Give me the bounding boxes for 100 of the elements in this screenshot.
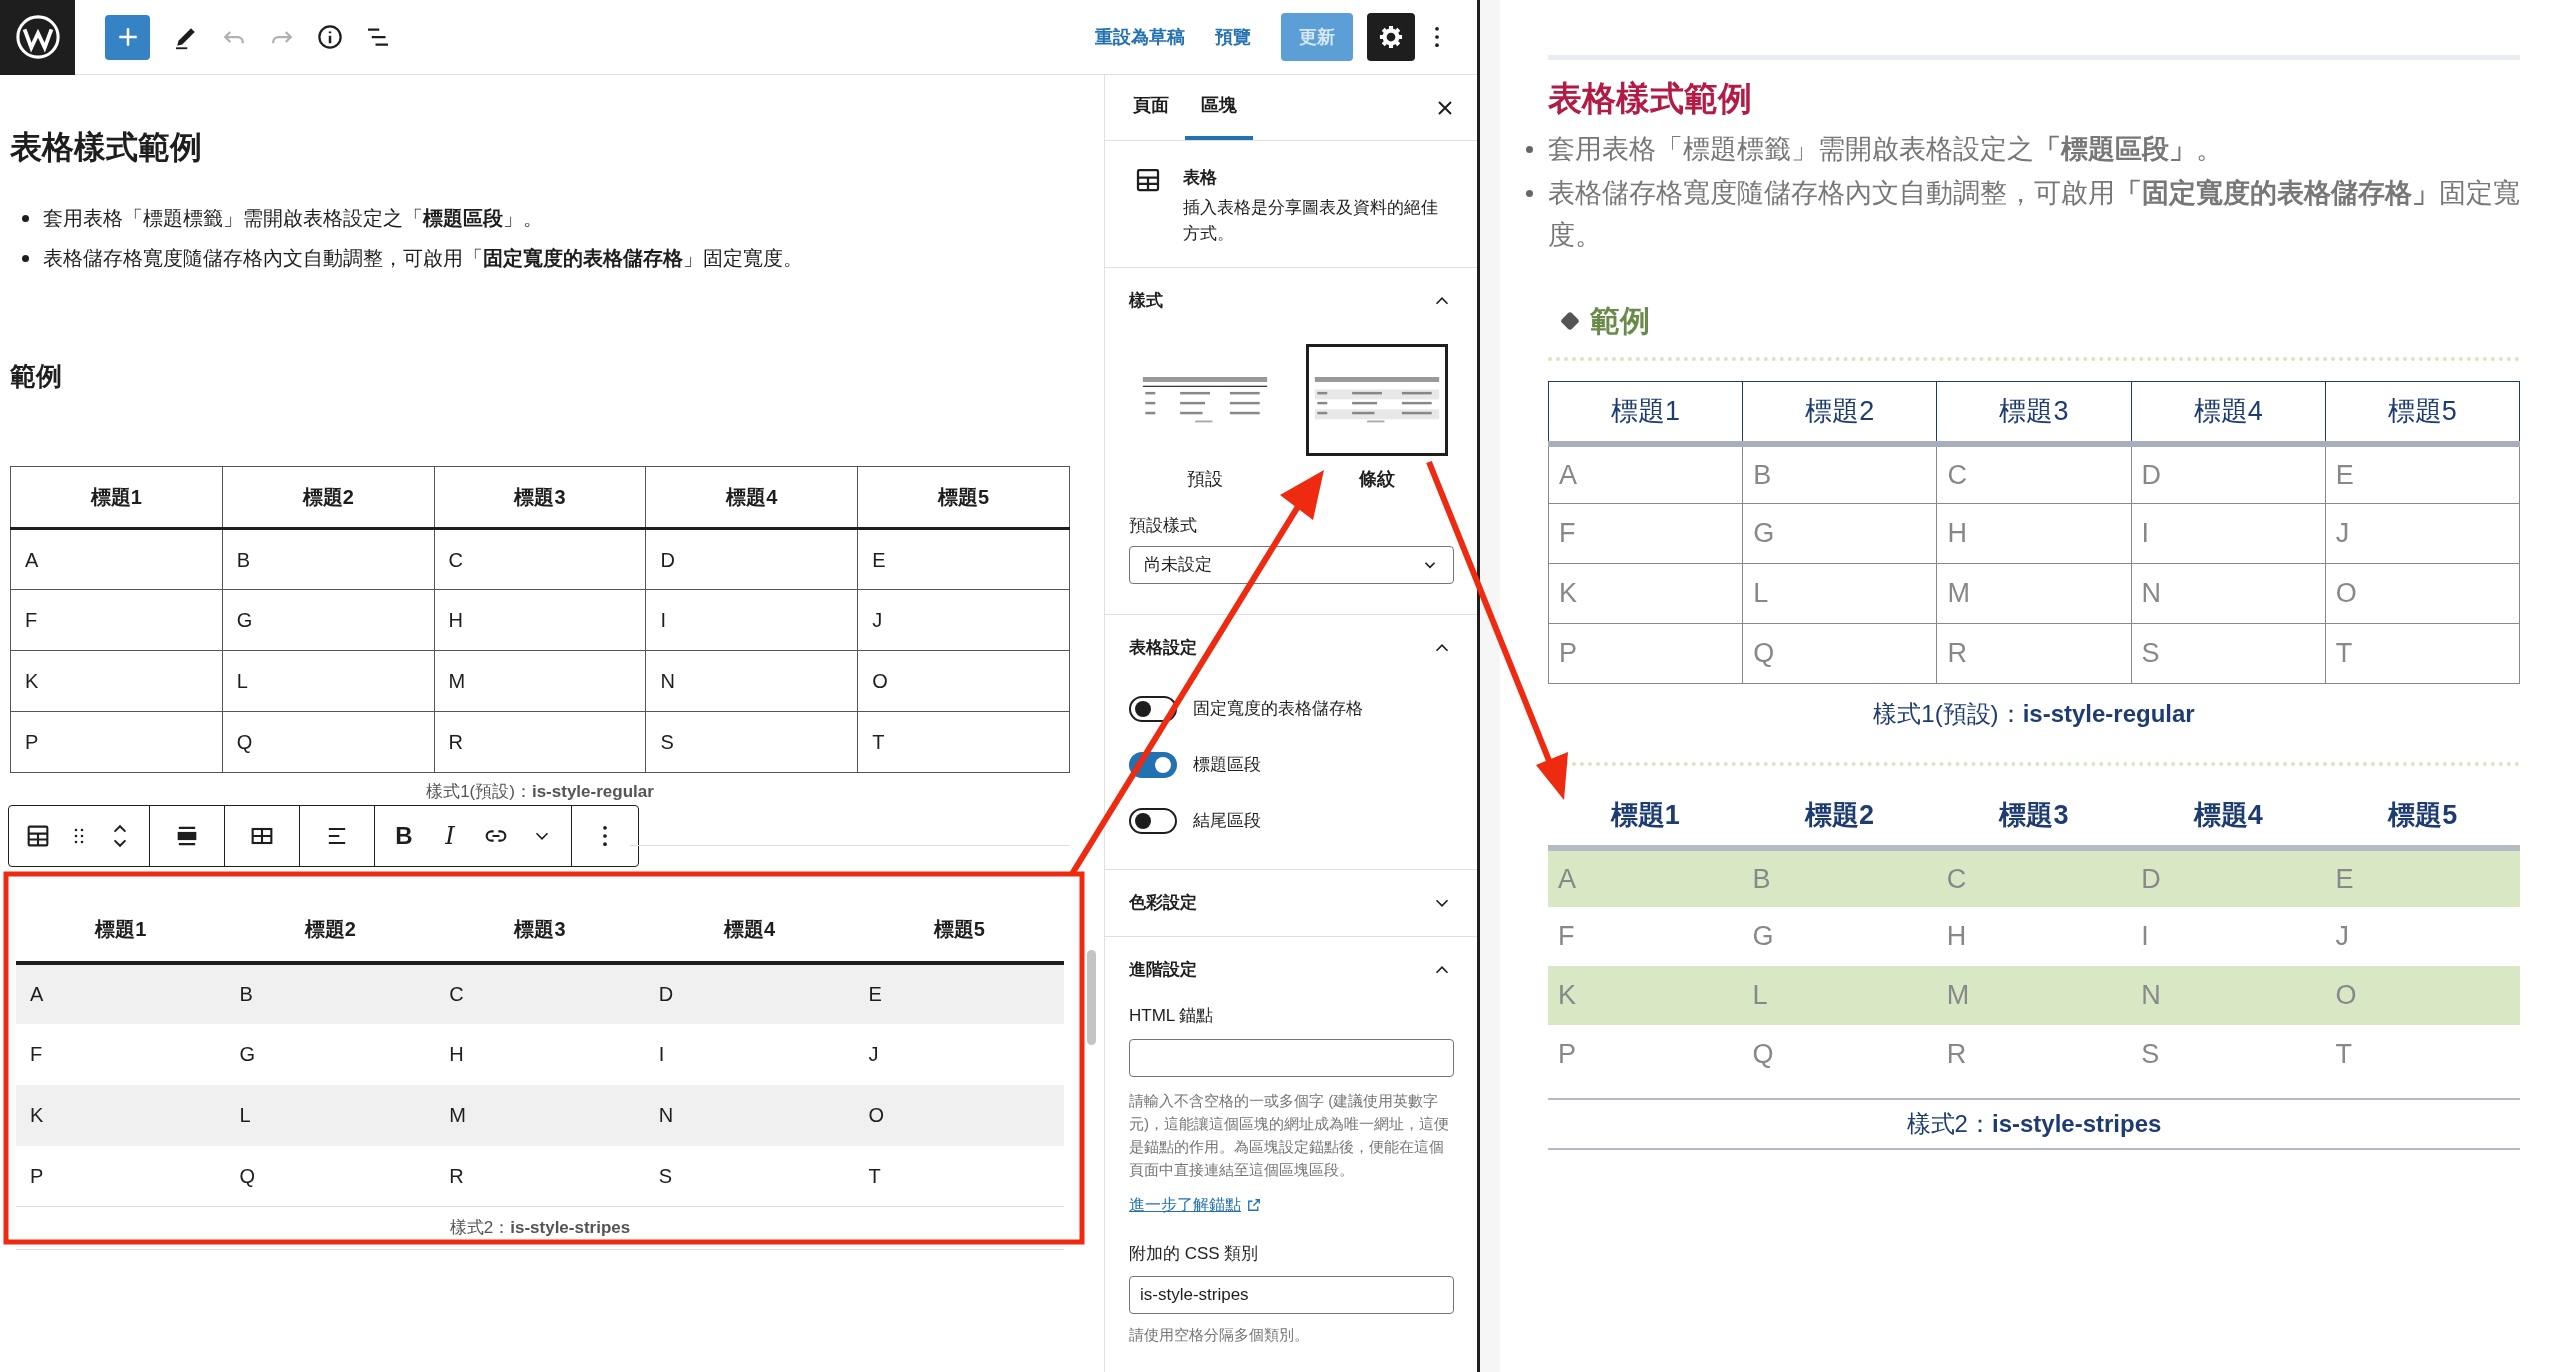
- table-cell: K: [10, 650, 223, 712]
- table-cell: E: [854, 962, 1064, 1024]
- toggle-switch[interactable]: [1129, 808, 1177, 834]
- table-cell: B: [1742, 848, 1937, 907]
- page-title: 表格樣式範例: [10, 128, 203, 167]
- table-caption: 樣式1(預設)：is-style-regular: [425, 781, 655, 803]
- table-cell: L: [222, 650, 435, 712]
- table-cell: Q: [1742, 1025, 1937, 1084]
- table-cell: A: [16, 962, 226, 1024]
- table-cell: B: [222, 528, 435, 590]
- block-name: 表格: [1183, 167, 1218, 189]
- table-cell: R: [434, 711, 646, 773]
- toggle-switch[interactable]: [1129, 696, 1177, 722]
- table-cell: O: [854, 1084, 1064, 1146]
- column-header: 標題2: [1742, 381, 1937, 444]
- bullet-icon: [1526, 146, 1533, 153]
- table-cell: E: [857, 528, 1070, 590]
- table-cell: L: [225, 1084, 436, 1146]
- toggle-label: 固定寬度的表格儲存格: [1193, 698, 1363, 721]
- style-option[interactable]: 預設: [1129, 343, 1281, 493]
- info-icon: [315, 22, 345, 52]
- table-cell: S: [644, 1145, 855, 1207]
- table-cell: S: [645, 711, 858, 773]
- bullet-text: 表格儲存格寬度隨儲存格內文自動調整，可啟用「固定寬度的表格儲存格」固定寬度。: [1548, 177, 2520, 252]
- table-cell: D: [2131, 848, 2326, 907]
- table-cell: F: [16, 1023, 226, 1085]
- sidebar-tab[interactable]: 區塊: [1185, 75, 1253, 140]
- table-cell: D: [645, 528, 858, 590]
- panel-header[interactable]: 色彩設定: [1105, 870, 1477, 936]
- table-cell: E: [2325, 848, 2520, 907]
- table-cell: K: [1548, 966, 1743, 1025]
- table-cell: Q: [1742, 623, 1937, 684]
- bullet-icon: [22, 215, 29, 222]
- italic-button[interactable]: I: [427, 806, 473, 866]
- bullet-icon: [1526, 190, 1533, 197]
- bold-button[interactable]: B: [381, 806, 427, 866]
- panel-header[interactable]: 表格設定: [1105, 615, 1477, 681]
- table-cell: J: [854, 1023, 1064, 1085]
- column-header: 標題1: [1548, 381, 1743, 444]
- help-text: 請使用空格分隔多個類別。: [1129, 1325, 1310, 1345]
- table-cell: N: [644, 1084, 855, 1146]
- table-cell: M: [1936, 563, 2132, 624]
- help-text: 請輸入不含空格的一或多個字 (建議使用英數字元)，這能讓這個區塊的網址成為唯一網址，這便是錨點的作用。為區塊設定錨點後，便能在這個頁面中直接連結至這個區塊區段。: [1129, 1090, 1450, 1180]
- panel-title: 表格設定: [1129, 637, 1197, 660]
- panel-header[interactable]: 進階設定: [1105, 937, 1477, 1003]
- field-label: 附加的 CSS 類別: [1129, 1242, 1260, 1265]
- column-header: 標題2: [222, 466, 435, 529]
- table-cell: H: [435, 1023, 645, 1085]
- table-cell: M: [434, 650, 646, 712]
- table-cell: N: [2131, 563, 2326, 624]
- table-cell: I: [2131, 503, 2326, 564]
- settings-button[interactable]: [1367, 13, 1415, 61]
- table-cell: M: [1936, 966, 2132, 1025]
- table-cell: K: [16, 1084, 226, 1146]
- header-link[interactable]: 預覽: [1215, 23, 1251, 51]
- table-cell: P: [1548, 1025, 1743, 1084]
- table-cell: R: [1936, 1025, 2132, 1084]
- toggle-label: 結尾區段: [1193, 810, 1261, 833]
- more-icon: [1435, 27, 1439, 47]
- table-cell: H: [434, 589, 646, 651]
- table-cell: P: [1548, 623, 1743, 684]
- table-cell: B: [225, 962, 436, 1024]
- sidebar-tab[interactable]: 頁面: [1117, 75, 1185, 140]
- table-cell: M: [435, 1084, 645, 1146]
- table-cell: A: [10, 528, 223, 590]
- table-cell: S: [2131, 1025, 2326, 1084]
- table-cell: J: [2325, 907, 2520, 966]
- table-cell: C: [1936, 848, 2132, 907]
- column-header: 標題4: [2131, 381, 2326, 444]
- header-link[interactable]: 重設為草稿: [1095, 23, 1185, 51]
- column-header: 標題4: [645, 466, 858, 529]
- scrollbar-thumb[interactable]: [1087, 950, 1096, 1045]
- table-cell: R: [1936, 623, 2132, 684]
- panel-header[interactable]: 樣式: [1105, 267, 1477, 334]
- bullet-text: 套用表格「標題標籤」需開啟表格設定之「標題區段」。: [43, 206, 543, 231]
- field-label: HTML 錨點: [1129, 1005, 1215, 1027]
- table-cell: C: [435, 962, 645, 1024]
- add-block-button[interactable]: [105, 14, 150, 60]
- panel-title: 色彩設定: [1129, 892, 1197, 915]
- table-caption: 樣式2：is-style-stripes: [16, 1207, 1064, 1250]
- table-cell: G: [1742, 503, 1937, 564]
- table-cell: L: [1742, 966, 1937, 1025]
- table-cell: T: [857, 711, 1070, 773]
- table-cell: G: [225, 1023, 436, 1085]
- logo-icon: [14, 14, 61, 60]
- section-heading: 範例: [10, 360, 63, 393]
- style-select[interactable]: 尚未設定: [1129, 546, 1454, 584]
- page-title: 表格樣式範例: [1548, 78, 1753, 119]
- toggle-label: 標題區段: [1193, 754, 1261, 777]
- table-cell: L: [1742, 563, 1937, 624]
- gear-icon: [1377, 23, 1405, 51]
- table-cell: P: [16, 1145, 226, 1207]
- table-caption: 樣式2：is-style-stripes: [1548, 1098, 2520, 1150]
- bullet-icon: [22, 255, 29, 262]
- logo-button[interactable]: [0, 0, 75, 75]
- css-class-input[interactable]: is-style-stripes: [1129, 1276, 1454, 1314]
- anchor-input[interactable]: [1129, 1038, 1454, 1077]
- bullet-text: 表格儲存格寬度隨儲存格內文自動調整，可啟用「固定寬度的表格儲存格」固定寬度。: [43, 246, 803, 271]
- table-cell: N: [645, 650, 858, 712]
- more-icon: [603, 826, 607, 846]
